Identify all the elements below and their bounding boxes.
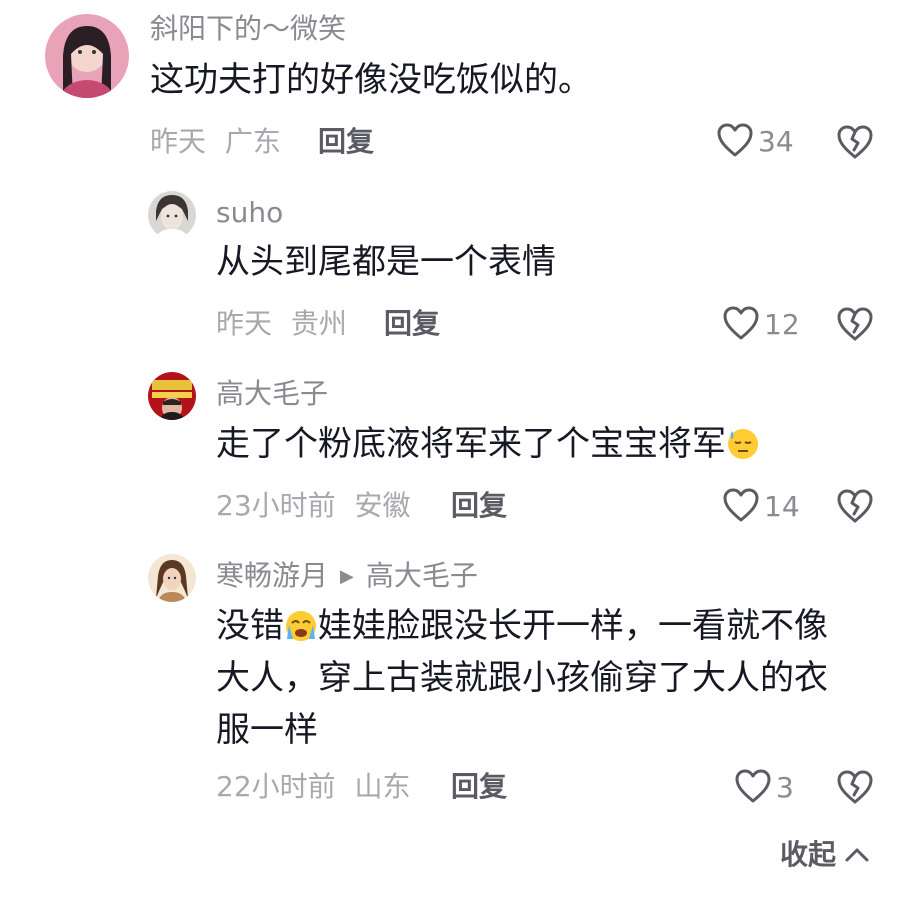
dislike-button[interactable] [836, 306, 874, 346]
comment-location: 广东 [224, 125, 281, 158]
heart-icon [734, 768, 772, 808]
username: 寒畅游月 ▶ 高大毛子 [216, 559, 478, 597]
comment-text: 没错 娃娃脸跟没长开一样，一看就不像 大人，穿上古装就跟小孩偷穿了大人的衣 服一样 [216, 600, 828, 756]
avatar[interactable] [148, 191, 196, 239]
broken-heart-icon [836, 489, 874, 528]
comment-meta: 23小时前 安徽 [216, 489, 411, 523]
comment-location: 贵州 [290, 307, 347, 340]
like-button[interactable]: 34 [716, 122, 794, 162]
like-button[interactable]: 3 [734, 768, 794, 808]
comment-text: 走了个粉底液将军来了个宝宝将军 [216, 418, 760, 470]
heart-icon [722, 487, 760, 527]
heart-icon [716, 122, 754, 162]
like-button[interactable]: 14 [722, 487, 800, 527]
like-count: 14 [764, 490, 800, 523]
heart-icon [722, 305, 760, 345]
like-count: 3 [776, 771, 794, 804]
comment-text-content: 走了个粉底液将军来了个宝宝将军 [216, 424, 726, 464]
reply-arrow-icon: ▶ [340, 566, 354, 587]
dislike-button[interactable] [836, 488, 874, 528]
comment-location: 安徽 [354, 489, 411, 522]
collapse-label: 收起 [780, 838, 837, 871]
comment-time: 23小时前 [216, 489, 336, 522]
comment-text-segment: 没错 [216, 606, 284, 646]
comment-text: 从头到尾都是一个表情 [216, 236, 556, 288]
comment-meta: 昨天 广东 [150, 125, 281, 159]
comment-text-line-3: 服一样 [216, 710, 318, 750]
username-text[interactable]: 寒畅游月 [216, 559, 328, 592]
broken-heart-icon [836, 307, 874, 346]
avatar[interactable] [45, 14, 129, 98]
like-count: 12 [764, 308, 800, 341]
comment-text-line-1: 没错 娃娃脸跟没长开一样，一看就不像 [216, 600, 828, 652]
sweat-face-emoji [726, 424, 760, 459]
comment-text: 这功夫打的好像没吃饭似的。 [150, 54, 592, 106]
reply-button[interactable]: 回复 [384, 307, 440, 341]
crying-face-emoji [284, 606, 318, 641]
reply-button[interactable]: 回复 [451, 770, 507, 804]
avatar[interactable] [148, 554, 196, 602]
chevron-up-icon [844, 846, 870, 864]
reply-to-username[interactable]: 高大毛子 [366, 559, 478, 592]
comment-text-content: 从头到尾都是一个表情 [216, 242, 556, 282]
comment-time: 22小时前 [216, 770, 336, 803]
dislike-button[interactable] [836, 769, 874, 809]
comment-time: 昨天 [216, 307, 273, 340]
reply-button[interactable]: 回复 [451, 489, 507, 523]
avatar[interactable] [148, 372, 196, 420]
dislike-button[interactable] [836, 124, 874, 164]
comment-meta: 昨天 贵州 [216, 307, 347, 341]
broken-heart-icon [836, 770, 874, 809]
comment-text-line-2: 大人，穿上古装就跟小孩偷穿了大人的衣 [216, 658, 828, 698]
like-button[interactable]: 12 [722, 305, 800, 345]
comment-text-segment: 娃娃脸跟没长开一样，一看就不像 [318, 606, 828, 646]
username[interactable]: 高大毛子 [216, 377, 328, 411]
comment-time: 昨天 [150, 125, 207, 158]
reply-button[interactable]: 回复 [318, 125, 374, 159]
like-count: 34 [758, 125, 794, 158]
username[interactable]: suho [216, 196, 283, 230]
collapse-replies-button[interactable]: 收起 [780, 838, 870, 872]
comment-text-content: 这功夫打的好像没吃饭似的。 [150, 60, 592, 100]
comment-meta: 22小时前 山东 [216, 770, 411, 804]
broken-heart-icon [836, 125, 874, 164]
comment-location: 山东 [354, 770, 411, 803]
username[interactable]: 斜阳下的～微笑 [150, 12, 346, 46]
